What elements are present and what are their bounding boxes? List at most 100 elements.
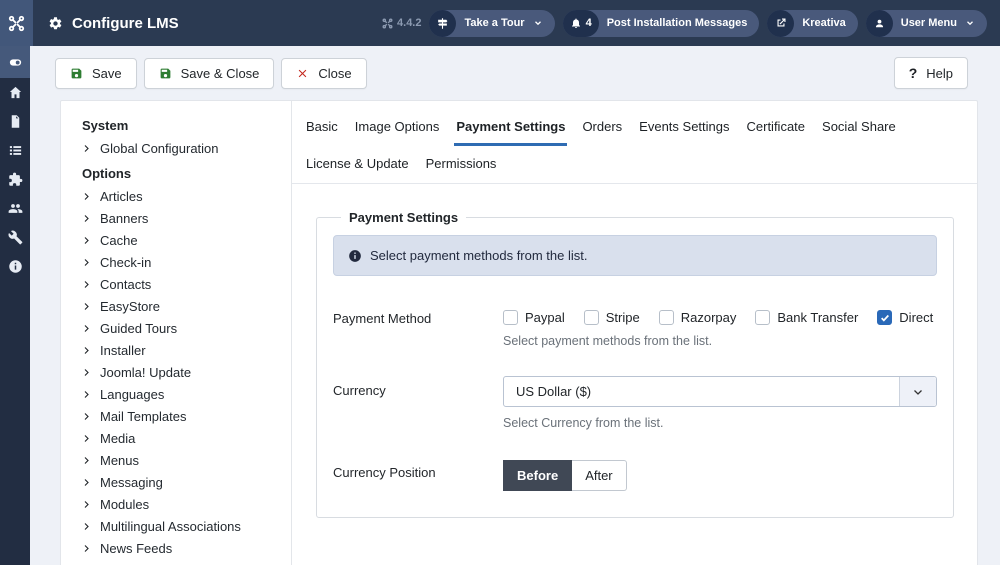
settings-tab[interactable]: Orders — [580, 109, 624, 146]
sidebar-item-label: Media — [100, 430, 136, 446]
save-floppy-icon — [160, 68, 171, 78]
toolbar: Save Save & Close Close ? Help — [30, 46, 1000, 100]
sidebar-item[interactable]: Menus — [82, 449, 283, 471]
settings-tabs: Basic Image Options Payment Settings Ord… — [292, 101, 977, 184]
info-icon[interactable] — [0, 252, 30, 281]
sidebar-item[interactable]: EasyStore — [82, 295, 283, 317]
fieldset-legend: Payment Settings — [349, 210, 459, 225]
payment-method-option[interactable]: Bank Transfer — [755, 310, 858, 325]
checkbox-label: Razorpay — [680, 310, 737, 325]
settings-tab[interactable]: Image Options — [353, 109, 442, 146]
chevron-right-icon — [84, 456, 89, 464]
signpost-icon — [438, 17, 448, 29]
sidebar-item-label: Contacts — [100, 276, 152, 292]
checkbox[interactable] — [583, 310, 599, 325]
options-sidebar: System Global Configuration Options Arti… — [61, 101, 292, 565]
checkbox[interactable] — [877, 310, 893, 325]
settings-tab[interactable]: Social Share — [820, 109, 898, 146]
sidebar-item[interactable]: Banners — [82, 207, 283, 229]
info-circle-icon — [349, 249, 361, 262]
tab-label: Image Options — [354, 119, 440, 134]
messages-label: Post Installation Messages — [606, 17, 748, 29]
settings-tab[interactable]: Events Settings — [637, 109, 731, 146]
menus-list-icon[interactable] — [0, 136, 30, 165]
toggle-option[interactable]: Before — [503, 460, 573, 491]
sidebar-item[interactable]: News Feeds — [82, 537, 283, 559]
sidebar-item-label: Modules — [100, 496, 150, 512]
settings-content: Basic Image Options Payment Settings Ord… — [292, 101, 977, 565]
sidebar-item[interactable]: Media — [82, 427, 283, 449]
sidebar-item-label: Languages — [100, 386, 165, 402]
sidebar-item[interactable]: Cache — [82, 229, 283, 251]
post-installation-messages-button[interactable]: 4 Post Installation Messages — [562, 9, 760, 37]
currency-help: Select Currency from the list. — [503, 416, 664, 430]
sidebar-item[interactable]: Joomla! Update — [82, 361, 283, 383]
sidebar-item-label: Check-in — [100, 254, 152, 270]
system-wrench-icon[interactable] — [0, 223, 30, 252]
save-and-close-button[interactable]: Save & Close — [143, 57, 275, 89]
settings-tab[interactable]: Certificate — [745, 109, 808, 146]
payment-method-option[interactable]: Razorpay — [658, 310, 737, 325]
users-icon[interactable] — [0, 194, 30, 223]
app-body: Save Save & Close Close ? Help System Gl… — [0, 46, 1000, 565]
payment-method-option[interactable]: Paypal — [503, 310, 565, 325]
checkbox-label: Stripe — [605, 310, 640, 325]
chevron-right-icon — [84, 544, 89, 552]
sidebar-item-label: Joomla! Update — [100, 364, 192, 380]
checkbox[interactable] — [503, 310, 518, 325]
checkmark-icon — [880, 314, 889, 322]
sidebar-item[interactable]: Installer — [82, 339, 283, 361]
chevron-right-icon — [84, 214, 89, 222]
sidebar-item[interactable]: Mail Templates — [82, 405, 283, 427]
sidebar-item[interactable]: Plugins — [82, 559, 283, 565]
close-button[interactable]: Close — [281, 57, 367, 89]
sidebar-item-label: Cache — [100, 232, 138, 248]
help-button[interactable]: ? Help — [893, 57, 968, 89]
settings-tab[interactable]: Permissions — [424, 146, 499, 183]
template-preview-button[interactable]: Kreativa — [767, 9, 858, 37]
user-menu-button[interactable]: User Menu — [865, 9, 987, 37]
settings-tab[interactable]: License & Update — [304, 146, 411, 183]
content-card: System Global Configuration Options Arti… — [60, 100, 978, 565]
sidebar-item-label: Global Configuration — [100, 140, 219, 156]
components-puzzle-icon[interactable] — [0, 165, 30, 194]
payment-method-help: Select payment methods from the list. — [503, 334, 713, 348]
sidebar-item[interactable]: Multilingual Associations — [82, 515, 283, 537]
info-alert: Select payment methods from the list. — [333, 235, 937, 276]
currency-select[interactable]: US Dollar ($) — [503, 376, 937, 407]
checkbox[interactable] — [755, 310, 771, 325]
sidebar-item[interactable]: Modules — [82, 493, 283, 515]
sidebar-item[interactable]: Contacts — [82, 273, 283, 295]
tab-label: Certificate — [746, 119, 806, 134]
payment-method-option[interactable]: Direct — [877, 310, 933, 325]
user-circle — [865, 9, 893, 37]
chevron-down-icon — [967, 21, 973, 26]
chevron-down-icon — [534, 21, 541, 26]
chevron-right-icon — [84, 324, 89, 332]
currency-position-row: Currency Position Before After — [333, 458, 937, 491]
chevron-right-icon — [84, 144, 89, 152]
home-icon[interactable] — [0, 78, 30, 107]
toggle-option[interactable]: After — [572, 460, 627, 491]
sidebar-item[interactable]: Guided Tours — [82, 317, 283, 339]
sidebar-item[interactable]: Global Configuration — [82, 137, 283, 159]
checkbox[interactable] — [658, 310, 674, 325]
save-button[interactable]: Save — [55, 57, 137, 89]
tab-label: Social Share — [822, 119, 896, 134]
take-a-tour-button[interactable]: Take a Tour — [429, 9, 555, 37]
sidebar-item[interactable]: Articles — [82, 185, 283, 207]
sidebar-item[interactable]: Check-in — [82, 251, 283, 273]
currency-row: Currency US Dollar ($) Select Currency f… — [333, 376, 937, 430]
sidebar-item[interactable]: Languages — [82, 383, 283, 405]
payment-method-option[interactable]: Stripe — [583, 310, 640, 325]
settings-tab[interactable]: Payment Settings — [454, 109, 568, 146]
currency-position-toggle: Before After — [503, 460, 627, 491]
toggle-menu-icon[interactable] — [0, 46, 30, 78]
settings-tab[interactable]: Basic — [304, 109, 340, 146]
chevron-right-icon — [84, 236, 89, 244]
sidebar-item[interactable]: Messaging — [82, 471, 283, 493]
chevron-right-icon — [84, 280, 89, 288]
content-file-icon[interactable] — [0, 107, 30, 136]
chevron-right-icon — [84, 346, 89, 354]
save-label: Save — [92, 65, 122, 81]
